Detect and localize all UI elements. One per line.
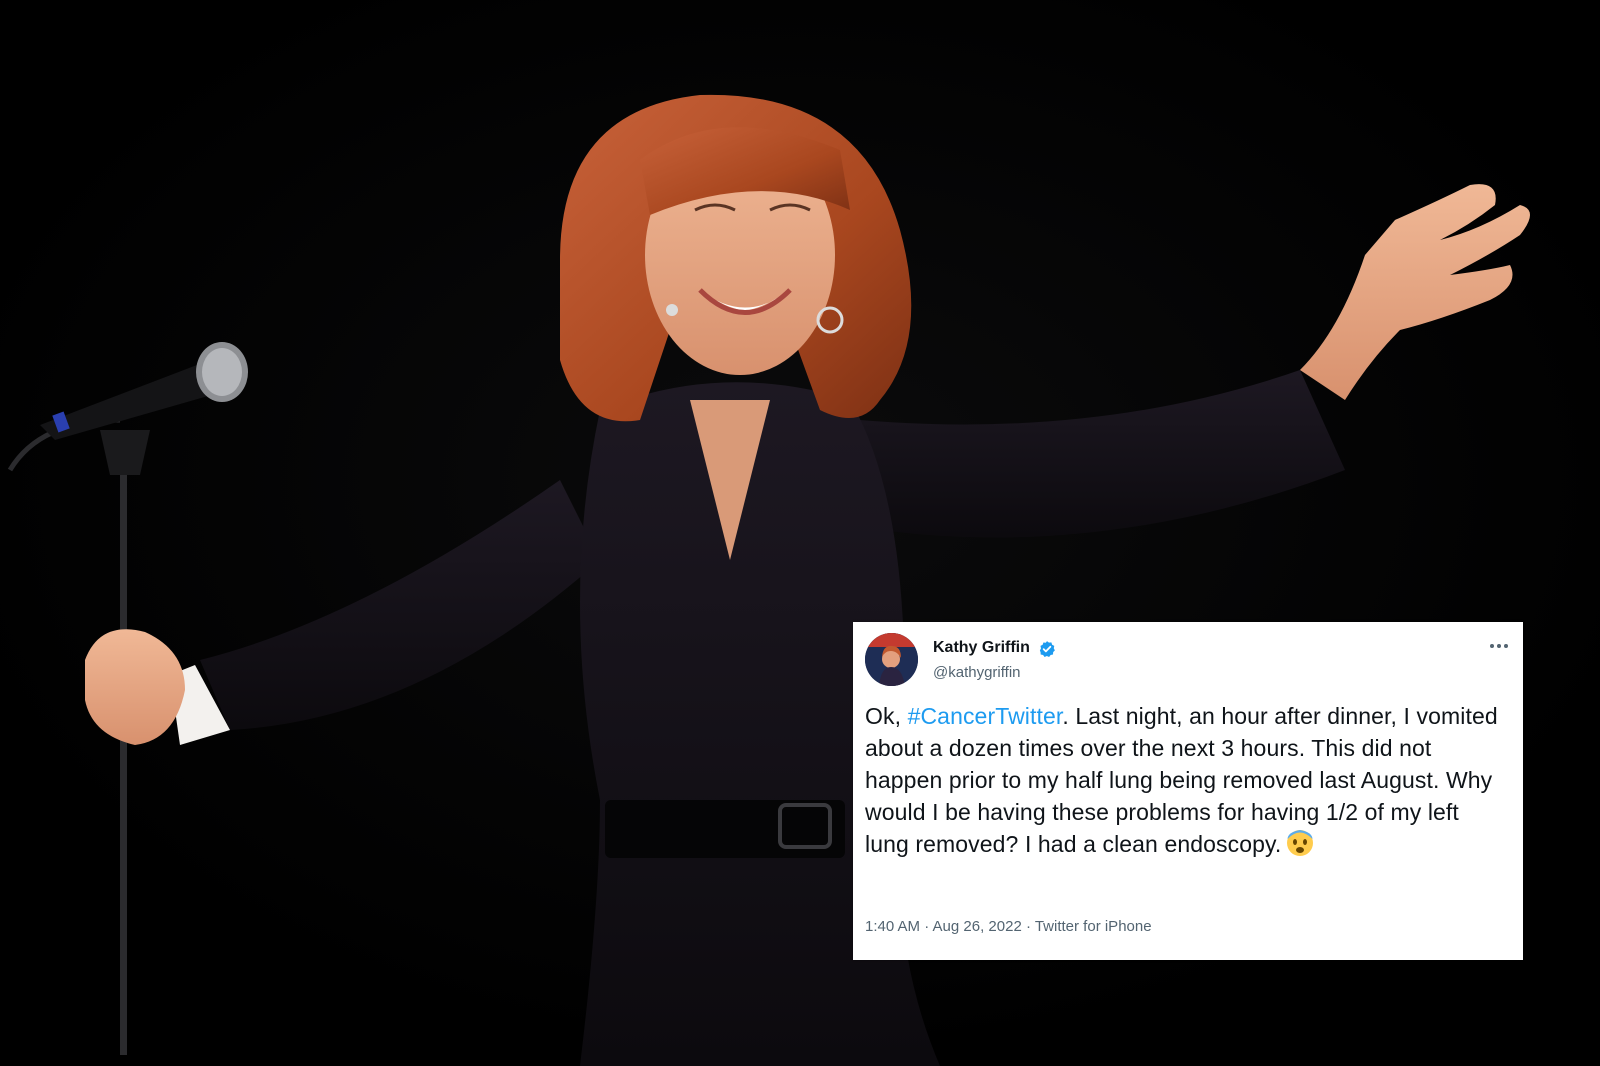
tweet-timestamp[interactable]: 1:40 AM · Aug 26, 2022 · Twitter for iPh… <box>865 918 1152 935</box>
hashtag-link[interactable]: #CancerTwitter <box>908 703 1063 729</box>
display-name[interactable]: Kathy Griffin <box>933 639 1030 657</box>
avatar[interactable] <box>865 633 918 686</box>
more-options-icon[interactable] <box>1487 634 1511 658</box>
verified-badge-icon <box>1038 640 1056 658</box>
fearful-face-icon <box>1285 828 1315 858</box>
tweet-card[interactable]: Kathy Griffin @kathygriffin Ok, #CancerT… <box>853 622 1523 960</box>
tweet-text: Ok, #CancerTwitter. Last night, an hour … <box>865 700 1505 860</box>
handle[interactable]: @kathygriffin <box>933 664 1021 681</box>
tweet-text-prefix: Ok, <box>865 703 908 729</box>
